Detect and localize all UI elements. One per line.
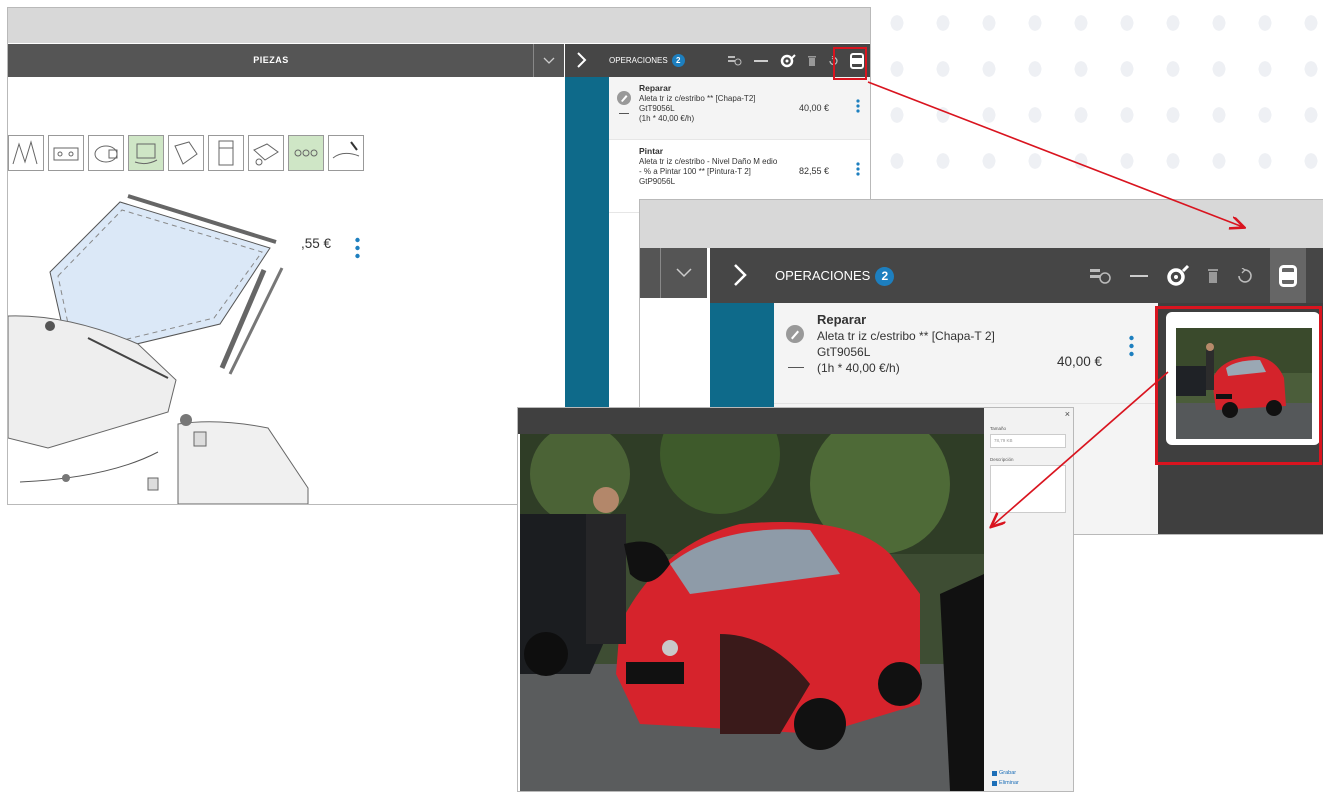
close-icon[interactable]: × (1065, 409, 1070, 419)
part-search-icon[interactable] (1166, 264, 1190, 288)
minus-icon[interactable] (754, 59, 768, 63)
operation-description: Aleta tr iz c/estribo ** [Chapa-T 2] GtT… (817, 329, 995, 359)
operations-title: OPERACIONES 2 (775, 248, 895, 303)
operations-list: Reparar Aleta tr iz c/estribo ** [Chapa-… (609, 77, 870, 213)
calculator-search-icon[interactable] (1090, 267, 1112, 285)
highlight-photo-thumbnail (1155, 306, 1322, 465)
window-titlebar (8, 8, 870, 43)
pencil-icon[interactable] (786, 325, 804, 343)
parts-group-thumbnail[interactable] (288, 135, 324, 171)
photo-info-panel: × Tamaño 78,79 KB Descripción Grabar Eli… (984, 408, 1073, 791)
parts-group-thumbnail[interactable] (88, 135, 124, 171)
chevron-right-icon[interactable] (732, 262, 748, 288)
operation-description: Aleta tr iz c/estribo - Nivel Daño M edi… (639, 157, 778, 186)
parts-group-thumbnail[interactable] (128, 135, 164, 171)
operation-row[interactable]: Reparar Aleta tr iz c/estribo ** [Chapa-… (609, 77, 870, 140)
part-search-icon[interactable] (780, 53, 796, 69)
parts-group-thumbnail[interactable] (8, 135, 44, 171)
minus-icon[interactable] (788, 367, 804, 368)
piezas-header: PIEZAS (8, 44, 564, 77)
operation-text: Reparar Aleta tr iz c/estribo ** [Chapa-… (639, 83, 779, 124)
description-field[interactable] (990, 465, 1066, 513)
operation-row[interactable]: Reparar Aleta tr iz c/estribo ** [Chapa-… (774, 303, 1158, 404)
parts-group-thumbnail[interactable] (48, 135, 84, 171)
operation-price: 40,00 € (1057, 354, 1103, 369)
gallery-button[interactable] (1270, 248, 1306, 303)
chevron-down-icon (543, 57, 555, 64)
save-label: Grabar (999, 770, 1017, 776)
operation-type: Reparar (817, 312, 867, 327)
kebab-icon[interactable] (355, 237, 360, 259)
operation-text: Reparar Aleta tr iz c/estribo ** [Chapa-… (817, 312, 1027, 376)
delete-label: Eliminar (999, 780, 1019, 786)
save-icon (992, 770, 997, 776)
kebab-icon[interactable] (856, 162, 860, 176)
size-value: 78,79 KB (994, 438, 1013, 443)
operation-price: 82,55 € (799, 166, 830, 176)
operation-price-partial: ,55 € (301, 236, 332, 251)
operations-toolbar (1090, 248, 1306, 303)
operation-type: Pintar (639, 146, 664, 156)
operations-header: OPERACIONES 2 (710, 248, 1323, 303)
minus-icon[interactable] (1130, 274, 1148, 278)
operations-count-badge: 2 (875, 267, 895, 286)
photo-viewer-topbar (518, 408, 984, 434)
highlight-gallery-button (833, 47, 867, 80)
parts-group-thumbnails (8, 135, 364, 171)
operation-description: Aleta tr iz c/estribo ** [Chapa-T2] GtT9… (639, 94, 756, 113)
parts-group-thumbnail[interactable] (248, 135, 284, 171)
parts-group-thumbnail[interactable] (328, 135, 364, 171)
kebab-icon[interactable] (856, 99, 860, 113)
operation-calculation: (1h * 40,00 €/h) (817, 361, 900, 375)
window-titlebar (640, 200, 1323, 248)
size-label: Tamaño (990, 426, 1007, 431)
operations-title-text: OPERACIONES (609, 56, 668, 65)
operation-text: Pintar Aleta tr iz c/estribo - Nivel Dañ… (639, 146, 779, 187)
chevron-down-icon (676, 268, 692, 278)
piezas-title: PIEZAS (253, 55, 289, 65)
kebab-icon[interactable] (1129, 335, 1134, 357)
operation-calculation: (1h * 40,00 €/h) (639, 114, 695, 123)
undo-icon[interactable] (1236, 267, 1252, 284)
trash-icon[interactable] (1208, 268, 1218, 283)
operations-title-text: OPERACIONES (775, 268, 871, 283)
size-field: 78,79 KB (990, 434, 1066, 448)
delete-button[interactable]: Eliminar (992, 780, 1019, 786)
trash-icon (992, 780, 997, 786)
parts-group-thumbnail[interactable] (208, 135, 244, 171)
parts-group-thumbnail[interactable] (168, 135, 204, 171)
piezas-dropdown-button[interactable] (533, 44, 564, 77)
save-button[interactable]: Grabar (992, 770, 1016, 776)
piezas-dropdown-button[interactable] (660, 248, 707, 298)
operations-header: OPERACIONES 2 (565, 44, 870, 77)
calculator-search-icon[interactable] (728, 55, 742, 67)
photo-viewer-window: × Tamaño 78,79 KB Descripción Grabar Eli… (517, 407, 1074, 792)
operation-type: Reparar (639, 83, 672, 93)
piezas-header-fragment (640, 248, 707, 298)
trash-icon[interactable] (808, 55, 816, 66)
gallery-icon (1279, 264, 1297, 287)
operations-count-badge: 2 (671, 54, 685, 67)
description-label: Descripción (990, 457, 1014, 462)
pencil-icon[interactable] (617, 91, 631, 105)
minus-icon[interactable] (619, 113, 629, 114)
chevron-right-icon[interactable] (575, 50, 589, 70)
damaged-car-photo (520, 434, 984, 791)
operation-price: 40,00 € (799, 103, 830, 113)
operations-title: OPERACIONES 2 (609, 44, 685, 77)
parts-exploded-diagram[interactable] (8, 188, 564, 504)
